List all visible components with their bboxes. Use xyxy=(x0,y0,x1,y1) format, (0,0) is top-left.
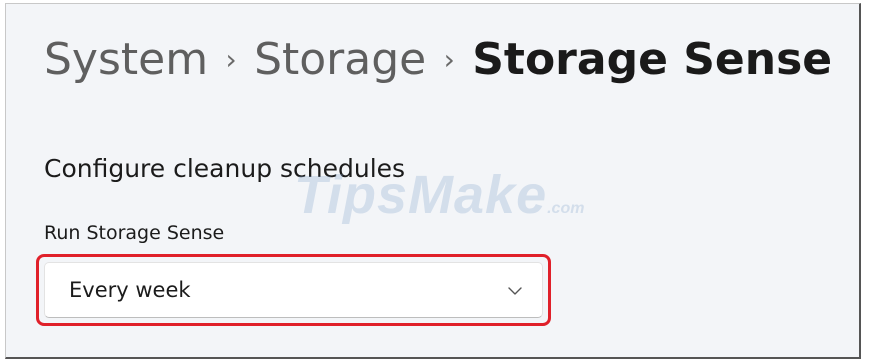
settings-panel: System › Storage › Storage Sense Configu… xyxy=(5,3,861,359)
page-title: Storage Sense xyxy=(472,34,833,85)
breadcrumb-storage[interactable]: Storage xyxy=(254,32,426,88)
watermark-suffix: .com xyxy=(547,200,585,217)
breadcrumb: System › Storage › Storage Sense xyxy=(44,32,832,88)
breadcrumb-separator-icon: › xyxy=(443,43,455,76)
dropdown-selected-value: Every week xyxy=(69,278,191,302)
section-title: Configure cleanup schedules xyxy=(44,154,406,183)
run-storage-sense-label: Run Storage Sense xyxy=(44,222,225,244)
chevron-down-icon xyxy=(508,287,522,295)
breadcrumb-separator-icon: › xyxy=(225,43,237,76)
run-storage-sense-dropdown[interactable]: Every week xyxy=(44,262,543,318)
breadcrumb-system[interactable]: System xyxy=(44,32,208,88)
